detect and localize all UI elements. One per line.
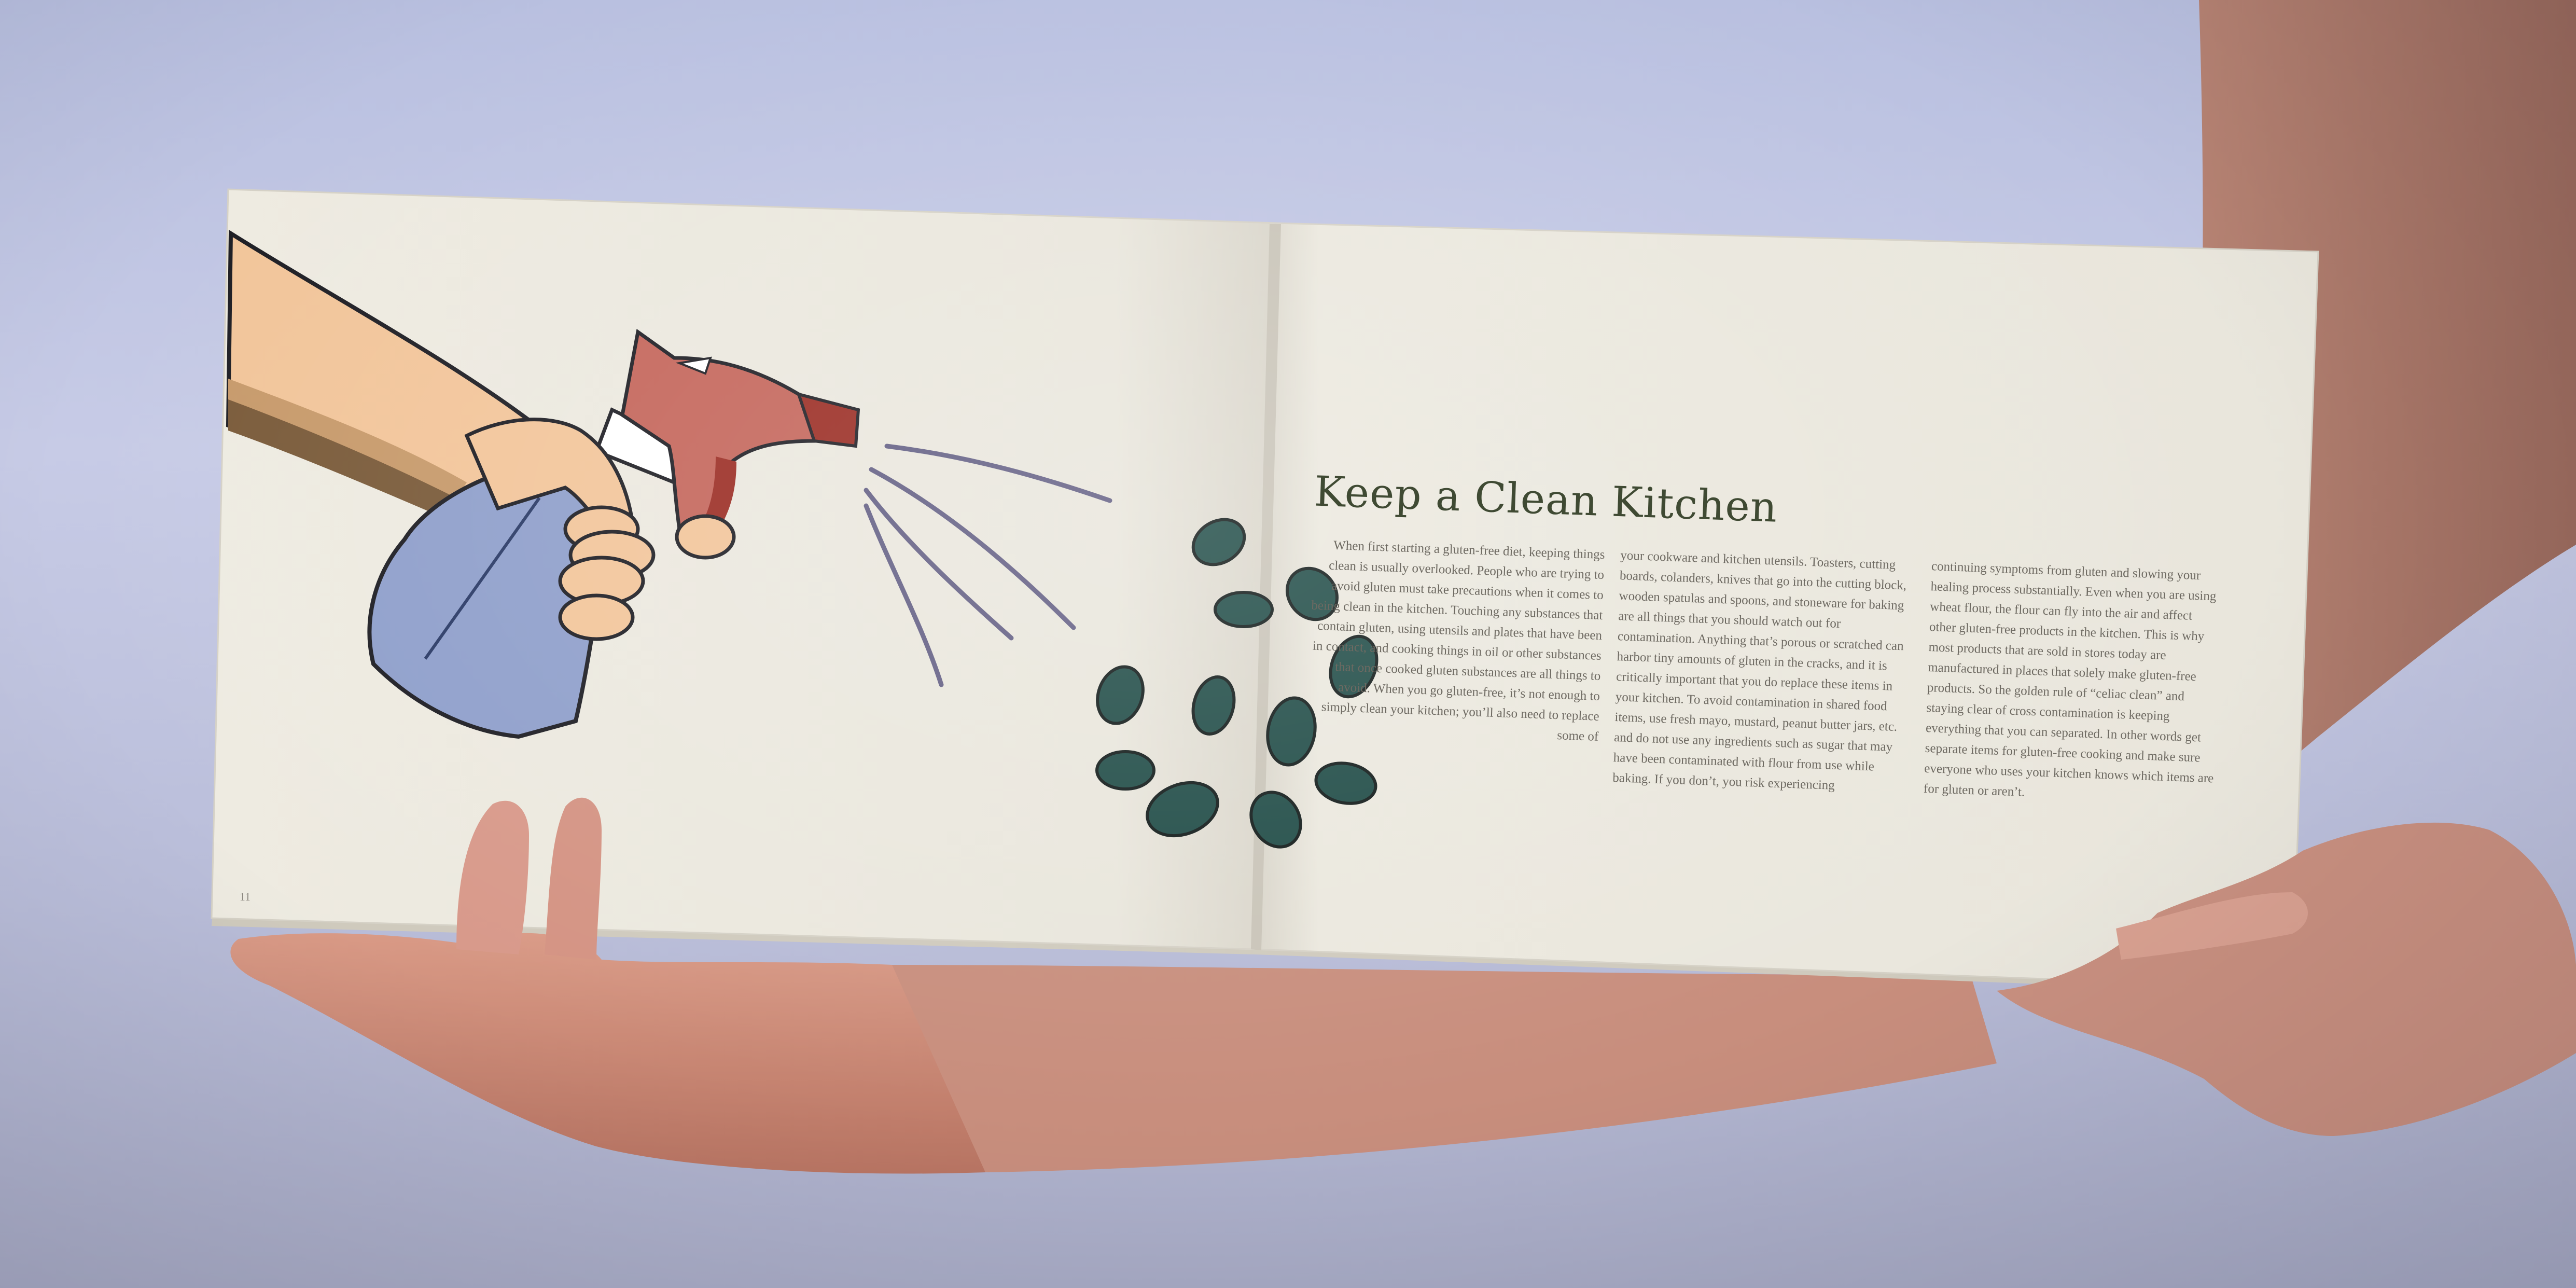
body-column-2: your cookware and kitchen utensils. Toas… bbox=[1612, 548, 1907, 793]
page-number: 11 bbox=[239, 890, 251, 904]
body-column-1: When first starting a gluten-free diet, … bbox=[1311, 538, 1605, 744]
body-column-3: continuing symptoms from gluten and slow… bbox=[1923, 559, 2217, 799]
right-page-text: Keep a Clean Kitchen When first starting… bbox=[1294, 467, 2240, 862]
